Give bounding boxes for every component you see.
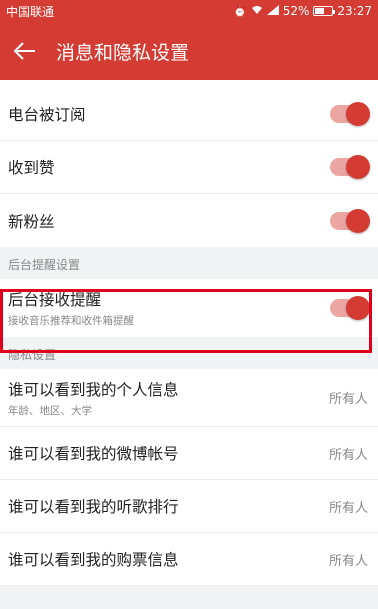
setting-label: 谁可以看到我的听歌排行 [8,498,179,516]
battery-icon [313,6,336,16]
notification-group: 电台被订阅 收到赞 新粉丝 [0,80,378,247]
toggle-switch[interactable] [330,155,370,179]
settings-list: 电台被订阅 收到赞 新粉丝 后台提醒设置 后台接收提醒 接收音乐推荐和收件箱提醒… [0,80,378,609]
page-title: 消息和隐私设置 [56,41,190,64]
section-title-privacy: 隐私设置 [0,337,378,369]
setting-label: 谁可以看到我的微博帐号 [8,445,179,463]
setting-label: 谁可以看到我的购票信息 [8,551,179,569]
carrier-name: 中国联通 [6,4,55,19]
setting-subtitle: 年龄、地区、大学 [8,404,92,417]
visibility-value: 所有人 [328,553,368,569]
visibility-value: 所有人 [328,500,368,516]
back-button[interactable] [0,22,50,80]
privacy-row-tickets[interactable]: 谁可以看到我的购票信息 所有人 [0,533,378,586]
toggle-switch[interactable] [330,296,370,320]
privacy-row-listening-rank[interactable]: 谁可以看到我的听歌排行 所有人 [0,480,378,533]
status-bar: 中国联通 ⏰ 52% 23:27 [0,0,378,22]
setting-row-new-fans[interactable]: 新粉丝 [0,194,378,247]
visibility-value: 所有人 [328,392,368,407]
setting-label: 收到赞 [8,159,55,177]
status-icons: ⏰ 52% 23:27 [233,4,372,18]
toggle-switch[interactable] [330,102,370,126]
setting-subtitle: 接收音乐推荐和收件箱提醒 [8,315,134,327]
signal-icon [266,5,279,17]
setting-row-radio-subscribed[interactable]: 电台被订阅 [0,88,378,141]
privacy-row-weibo[interactable]: 谁可以看到我的微博帐号 所有人 [0,427,378,480]
setting-label: 谁可以看到我的个人信息 [8,380,179,399]
toggle-switch[interactable] [330,208,370,233]
setting-label: 新粉丝 [8,212,55,231]
setting-row-likes[interactable]: 收到赞 [0,141,378,194]
section-title-background: 后台提醒设置 [0,247,378,279]
arrow-left-icon [13,42,35,60]
setting-row-background-alerts[interactable]: 后台接收提醒 接收音乐推荐和收件箱提醒 [0,279,378,337]
wifi-icon [251,5,263,17]
setting-label: 后台接收提醒 [8,291,102,309]
privacy-group: 谁可以看到我的个人信息 年龄、地区、大学 所有人 谁可以看到我的微博帐号 所有人… [0,369,378,586]
clock: 23:27 [337,4,372,18]
privacy-row-personal-info[interactable]: 谁可以看到我的个人信息 年龄、地区、大学 所有人 [0,369,378,427]
visibility-value: 所有人 [328,447,368,463]
setting-label: 电台被订阅 [8,106,86,124]
battery-percent: 52% [282,4,310,18]
app-header: 消息和隐私设置 [0,22,378,80]
background-group: 后台接收提醒 接收音乐推荐和收件箱提醒 [0,279,378,337]
alarm-icon: ⏰ [233,4,247,18]
